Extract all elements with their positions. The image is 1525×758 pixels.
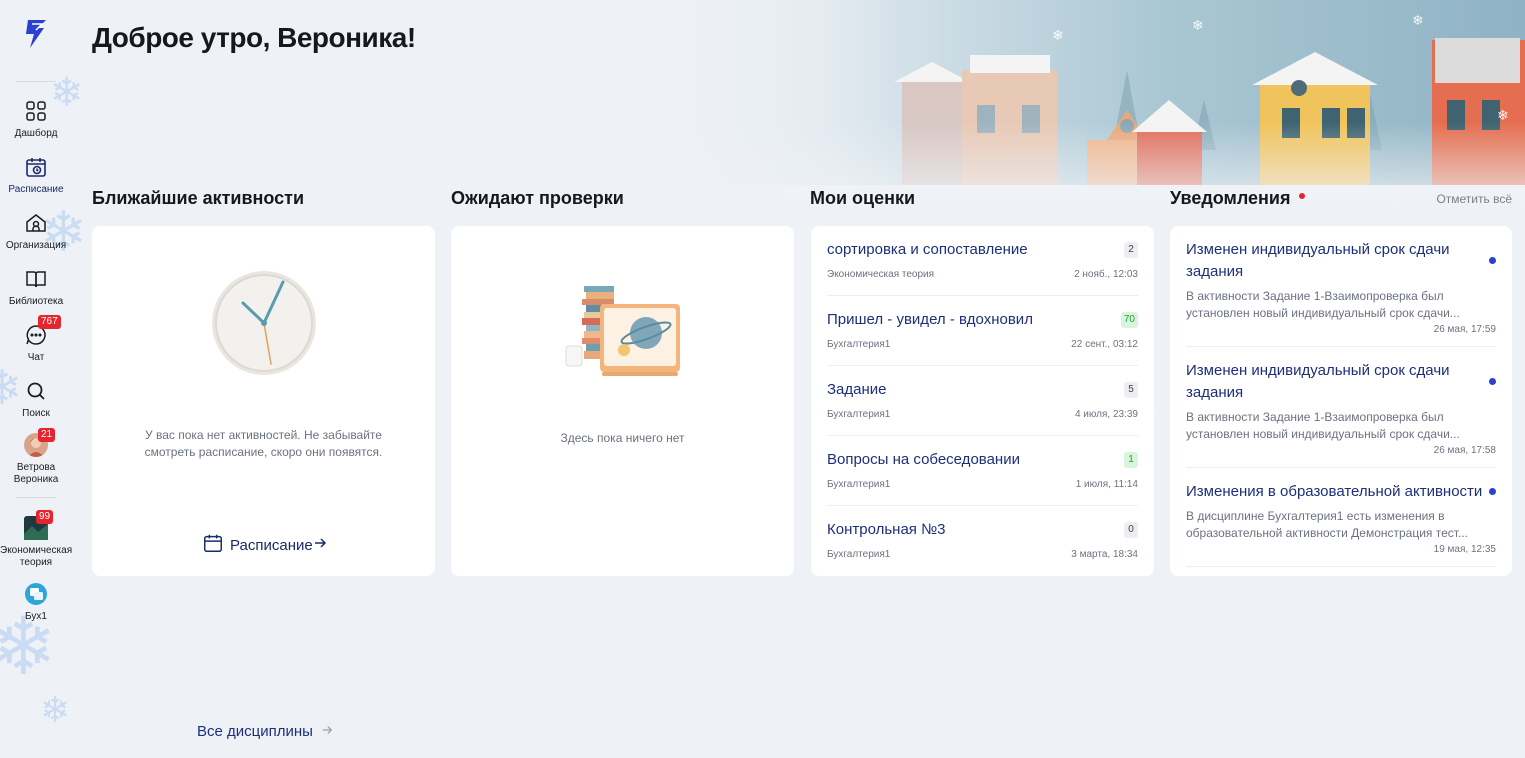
notification-title: Изменен индивидуальный срок сдачи задани… xyxy=(1186,241,1450,280)
mark-all-read-button[interactable]: Отметить всё xyxy=(1436,192,1512,206)
notification-time: 26 мая, 17:58 xyxy=(1433,445,1496,456)
page-greeting: Доброе утро, Вероника! xyxy=(92,22,416,53)
grade-date: 3 марта, 18:34 xyxy=(1071,549,1138,560)
grade-date: 22 сент., 03:12 xyxy=(1071,339,1138,350)
sidebar-course-buh1[interactable]: Бух1 xyxy=(0,582,72,623)
notification-description: В дисциплине Бухгалтерия1 есть изменения… xyxy=(1186,509,1468,540)
all-disciplines-label: Все дисциплины xyxy=(197,723,313,740)
grade-course: Бухгалтерия1 xyxy=(827,339,891,350)
all-disciplines-link[interactable]: Все дисциплины xyxy=(197,723,333,740)
section-title-grades: Мои оценки xyxy=(810,188,916,208)
sidebar-item-profile[interactable]: 21 Ветрова Вероника xyxy=(0,428,72,486)
grade-title: Вопросы на собеседовании xyxy=(827,451,1020,468)
sidebar-item-label: Ветрова Вероника xyxy=(13,462,59,485)
sidebar: ❄ ❄ ❄ ❄ ❄ Дашборд Расписание Организация… xyxy=(0,0,87,758)
sidebar-item-label: Бух1 xyxy=(25,611,47,622)
schedule-link-label: Расписание xyxy=(230,536,313,554)
notifications-title-text: Уведомления xyxy=(1170,188,1291,208)
arrow-right-icon xyxy=(321,723,333,740)
chat-unread-badge: 767 xyxy=(38,315,61,329)
search-icon xyxy=(24,379,48,403)
grade-score-badge: 1 xyxy=(1124,452,1138,468)
notifications-card: Изменен индивидуальный срок сдачи задани… xyxy=(1170,226,1512,576)
review-empty-text: Здесь пока ничего нет xyxy=(560,431,685,445)
sidebar-item-label: Поиск xyxy=(22,408,50,419)
logo-icon[interactable] xyxy=(18,16,54,52)
book-icon xyxy=(24,267,48,291)
unread-dot-icon xyxy=(1489,378,1496,385)
snowflake-decoration: ❄ xyxy=(40,690,71,731)
sidebar-item-library[interactable]: Библиотека xyxy=(0,267,72,308)
grade-score-badge: 70 xyxy=(1120,312,1138,328)
notification-description: В активности Задание 1-Взаимопроверка бы… xyxy=(1186,410,1460,441)
profile-badge: 21 xyxy=(38,428,56,442)
activities-card: У вас пока нет активностей. Не забывайте… xyxy=(92,226,435,576)
course-avatar xyxy=(24,582,48,606)
section-title-review: Ожидают проверки xyxy=(451,188,624,208)
notification-item[interactable]: Изменен индивидуальный срок сдачи задани… xyxy=(1186,360,1496,468)
arrow-right-icon xyxy=(313,536,327,554)
section-title-activities: Ближайшие активности xyxy=(92,188,305,208)
grade-score-badge: 5 xyxy=(1124,382,1138,398)
sidebar-item-organization[interactable]: Организация xyxy=(0,211,72,252)
grade-date: 2 нояб., 12:03 xyxy=(1074,269,1138,280)
grade-course: Экономическая теория xyxy=(827,269,935,280)
sidebar-item-chat[interactable]: 767 Чат xyxy=(0,315,72,364)
notification-time: 26 мая, 17:59 xyxy=(1433,324,1496,335)
notification-title: Изменения в образовательной активности xyxy=(1186,483,1483,500)
grade-title: Задание xyxy=(827,381,887,398)
sidebar-divider xyxy=(16,497,56,498)
grade-item[interactable]: Вопросы на собеседовании 1 Бухгалтерия1 … xyxy=(827,436,1138,506)
grade-score-badge: 0 xyxy=(1124,522,1138,538)
grade-score-badge: 2 xyxy=(1124,242,1138,258)
organization-home-icon xyxy=(24,211,48,235)
notification-item[interactable]: Изменен индивидуальный срок сдачи задани… xyxy=(1186,239,1496,347)
notification-description: В активности Задание 1-Взаимопроверка бы… xyxy=(1186,289,1460,320)
grade-course: Бухгалтерия1 xyxy=(827,409,891,420)
clock-illustration xyxy=(209,268,319,383)
winter-town-banner: ❄❄❄❄ xyxy=(632,0,1525,222)
sidebar-item-label: Библиотека xyxy=(8,296,64,307)
course-avatar: 99 xyxy=(24,510,54,540)
notification-title: Изменен индивидуальный срок сдачи задани… xyxy=(1186,362,1450,401)
schedule-link[interactable]: Расписание xyxy=(202,532,327,558)
books-planet-illustration xyxy=(564,278,684,383)
notification-time: 19 мая, 12:35 xyxy=(1433,544,1496,555)
activities-empty-text: У вас пока нет активностей. Не забывайте… xyxy=(144,428,383,459)
dashboard-grid-icon xyxy=(24,99,48,123)
grade-title: Контрольная №3 xyxy=(827,521,946,538)
notification-item[interactable]: Изменения в образовательной активности В… xyxy=(1186,481,1496,567)
calendar-clock-icon xyxy=(24,155,48,179)
grade-course: Бухгалтерия1 xyxy=(827,479,891,490)
sidebar-item-search[interactable]: Поиск xyxy=(0,379,72,420)
sidebar-item-label: Организация xyxy=(5,240,67,251)
section-title-notifications: Уведомления xyxy=(1170,188,1305,209)
sidebar-divider xyxy=(16,81,56,82)
sidebar-item-schedule[interactable]: Расписание xyxy=(0,155,72,196)
sidebar-item-label: Чат xyxy=(27,352,45,363)
unread-dot-icon xyxy=(1489,488,1496,495)
grade-item[interactable]: Задание 5 Бухгалтерия1 4 июля, 23:39 xyxy=(827,366,1138,436)
review-card: Здесь пока ничего нет xyxy=(451,226,794,576)
sidebar-item-label: Расписание xyxy=(8,184,64,195)
calendar-icon xyxy=(202,532,224,558)
grade-item[interactable]: Пришел - увидел - вдохновил 70 Бухгалтер… xyxy=(827,296,1138,366)
unread-indicator xyxy=(1298,193,1305,200)
sidebar-course-economics[interactable]: 99 Экономическая теория xyxy=(0,510,73,569)
grade-item[interactable]: Контрольная №3 0 Бухгалтерия1 3 марта, 1… xyxy=(827,506,1138,576)
course-badge: 99 xyxy=(36,510,54,524)
grade-item[interactable]: сортировка и сопоставление 2 Экономическ… xyxy=(827,226,1138,296)
sidebar-item-dashboard[interactable]: Дашборд xyxy=(0,99,72,140)
grade-title: сортировка и сопоставление xyxy=(827,241,1028,258)
grade-course: Бухгалтерия1 xyxy=(827,549,891,560)
grades-card: сортировка и сопоставление 2 Экономическ… xyxy=(811,226,1154,576)
grade-title: Пришел - увидел - вдохновил xyxy=(827,311,1033,328)
unread-dot-icon xyxy=(1489,257,1496,264)
sidebar-item-label: Экономическая теория xyxy=(0,545,73,568)
grade-date: 1 июля, 11:14 xyxy=(1075,479,1138,490)
grade-date: 4 июля, 23:39 xyxy=(1074,409,1138,420)
sidebar-item-label: Дашборд xyxy=(14,128,58,139)
chat-icon: 767 xyxy=(24,315,61,347)
user-avatar: 21 xyxy=(24,428,56,457)
